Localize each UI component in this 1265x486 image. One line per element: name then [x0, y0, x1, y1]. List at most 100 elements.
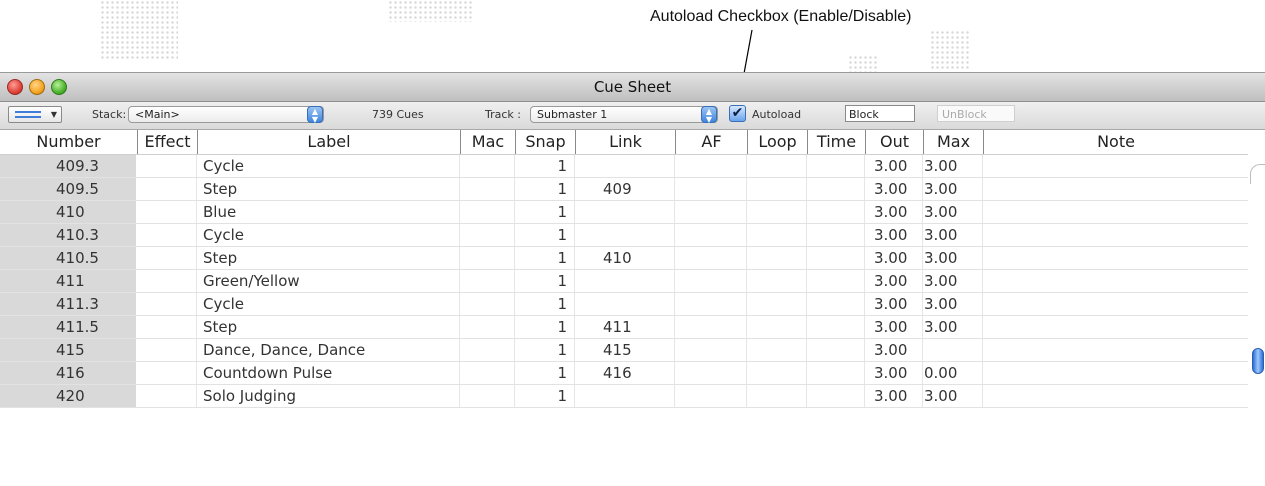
cell-max[interactable]: 3.00 — [923, 293, 983, 315]
cell-number[interactable]: 411.5 — [0, 316, 137, 338]
cell-time[interactable] — [807, 385, 865, 407]
cell-mac[interactable] — [460, 247, 515, 269]
cell-mac[interactable] — [460, 201, 515, 223]
cell-link[interactable] — [575, 201, 675, 223]
window-titlebar[interactable]: Cue Sheet — [0, 73, 1265, 102]
cell-out[interactable]: 3.00 — [865, 339, 923, 361]
cell-time[interactable] — [807, 293, 865, 315]
cell-out[interactable]: 3.00 — [865, 201, 923, 223]
table-row[interactable]: 411.3 Cycle 1 3.00 3.00 — [0, 293, 1248, 316]
cell-link[interactable]: 411 — [575, 316, 675, 338]
cell-effect[interactable] — [137, 385, 197, 407]
cell-max[interactable]: 3.00 — [923, 178, 983, 200]
cell-link[interactable] — [575, 270, 675, 292]
cell-out[interactable]: 3.00 — [865, 385, 923, 407]
cell-loop[interactable] — [747, 155, 807, 177]
cell-time[interactable] — [807, 178, 865, 200]
cell-mac[interactable] — [460, 385, 515, 407]
cell-note[interactable] — [983, 339, 1248, 361]
cell-note[interactable] — [983, 270, 1248, 292]
cell-snap[interactable]: 1 — [515, 201, 575, 223]
cell-link[interactable]: 409 — [575, 178, 675, 200]
cell-effect[interactable] — [137, 293, 197, 315]
cell-time[interactable] — [807, 270, 865, 292]
cell-af[interactable] — [675, 224, 747, 246]
cell-note[interactable] — [983, 178, 1248, 200]
cell-snap[interactable]: 1 — [515, 316, 575, 338]
cell-effect[interactable] — [137, 178, 197, 200]
cell-out[interactable]: 3.00 — [865, 293, 923, 315]
cell-snap[interactable]: 1 — [515, 362, 575, 384]
cell-af[interactable] — [675, 293, 747, 315]
cell-snap[interactable]: 1 — [515, 247, 575, 269]
cell-loop[interactable] — [747, 201, 807, 223]
cell-label[interactable]: Solo Judging — [197, 385, 460, 407]
cell-effect[interactable] — [137, 224, 197, 246]
table-row[interactable]: 420 Solo Judging 1 3.00 3.00 — [0, 385, 1248, 408]
cell-af[interactable] — [675, 339, 747, 361]
cell-af[interactable] — [675, 201, 747, 223]
cell-max[interactable]: 3.00 — [923, 316, 983, 338]
cell-snap[interactable]: 1 — [515, 293, 575, 315]
table-row[interactable]: 415 Dance, Dance, Dance 1 415 3.00 — [0, 339, 1248, 362]
cell-mac[interactable] — [460, 224, 515, 246]
table-row[interactable]: 409.5 Step 1 409 3.00 3.00 — [0, 178, 1248, 201]
cell-loop[interactable] — [747, 247, 807, 269]
cell-loop[interactable] — [747, 270, 807, 292]
column-header-out[interactable]: Out — [865, 130, 923, 154]
cell-mac[interactable] — [460, 339, 515, 361]
cell-af[interactable] — [675, 247, 747, 269]
cell-loop[interactable] — [747, 339, 807, 361]
cell-mac[interactable] — [460, 178, 515, 200]
cell-loop[interactable] — [747, 385, 807, 407]
cell-loop[interactable] — [747, 178, 807, 200]
cell-mac[interactable] — [460, 155, 515, 177]
cell-number[interactable]: 409.5 — [0, 178, 137, 200]
cell-max[interactable]: 3.00 — [923, 201, 983, 223]
cell-label[interactable]: Step — [197, 178, 460, 200]
table-row[interactable]: 416 Countdown Pulse 1 416 3.00 0.00 — [0, 362, 1248, 385]
cell-number[interactable]: 410 — [0, 201, 137, 223]
cell-out[interactable]: 3.00 — [865, 224, 923, 246]
cell-af[interactable] — [675, 362, 747, 384]
cell-max[interactable]: 3.00 — [923, 247, 983, 269]
column-header-loop[interactable]: Loop — [747, 130, 807, 154]
cell-snap[interactable]: 1 — [515, 385, 575, 407]
cell-time[interactable] — [807, 247, 865, 269]
cell-out[interactable]: 3.00 — [865, 270, 923, 292]
cell-af[interactable] — [675, 316, 747, 338]
table-row[interactable]: 410 Blue 1 3.00 3.00 — [0, 201, 1248, 224]
cell-time[interactable] — [807, 362, 865, 384]
cell-label[interactable]: Dance, Dance, Dance — [197, 339, 460, 361]
cell-time[interactable] — [807, 201, 865, 223]
column-header-link[interactable]: Link — [575, 130, 675, 154]
autoload-checkbox[interactable]: ✔ — [729, 105, 746, 122]
cell-note[interactable] — [983, 247, 1248, 269]
track-select[interactable]: Submaster 1 ▲ ▼ — [530, 106, 718, 124]
cell-time[interactable] — [807, 224, 865, 246]
cell-label[interactable]: Step — [197, 247, 460, 269]
cell-loop[interactable] — [747, 316, 807, 338]
cell-note[interactable] — [983, 201, 1248, 223]
column-header-snap[interactable]: Snap — [515, 130, 575, 154]
cell-effect[interactable] — [137, 201, 197, 223]
cell-link[interactable] — [575, 155, 675, 177]
cell-snap[interactable]: 1 — [515, 270, 575, 292]
unblock-button[interactable]: UnBlock — [937, 105, 1015, 122]
cell-number[interactable]: 410.5 — [0, 247, 137, 269]
cell-snap[interactable]: 1 — [515, 178, 575, 200]
cell-mac[interactable] — [460, 270, 515, 292]
cell-note[interactable] — [983, 316, 1248, 338]
cell-link[interactable]: 416 — [575, 362, 675, 384]
table-row[interactable]: 411 Green/Yellow 1 3.00 3.00 — [0, 270, 1248, 293]
cell-max[interactable]: 3.00 — [923, 224, 983, 246]
table-row[interactable]: 410.5 Step 1 410 3.00 3.00 — [0, 247, 1248, 270]
cell-mac[interactable] — [460, 362, 515, 384]
vertical-scrollbar[interactable] — [1250, 164, 1265, 486]
cell-label[interactable]: Green/Yellow — [197, 270, 460, 292]
table-row[interactable]: 410.3 Cycle 1 3.00 3.00 — [0, 224, 1248, 247]
column-header-number[interactable]: Number — [0, 130, 137, 154]
cell-note[interactable] — [983, 385, 1248, 407]
column-header-effect[interactable]: Effect — [137, 130, 197, 154]
cell-mac[interactable] — [460, 316, 515, 338]
